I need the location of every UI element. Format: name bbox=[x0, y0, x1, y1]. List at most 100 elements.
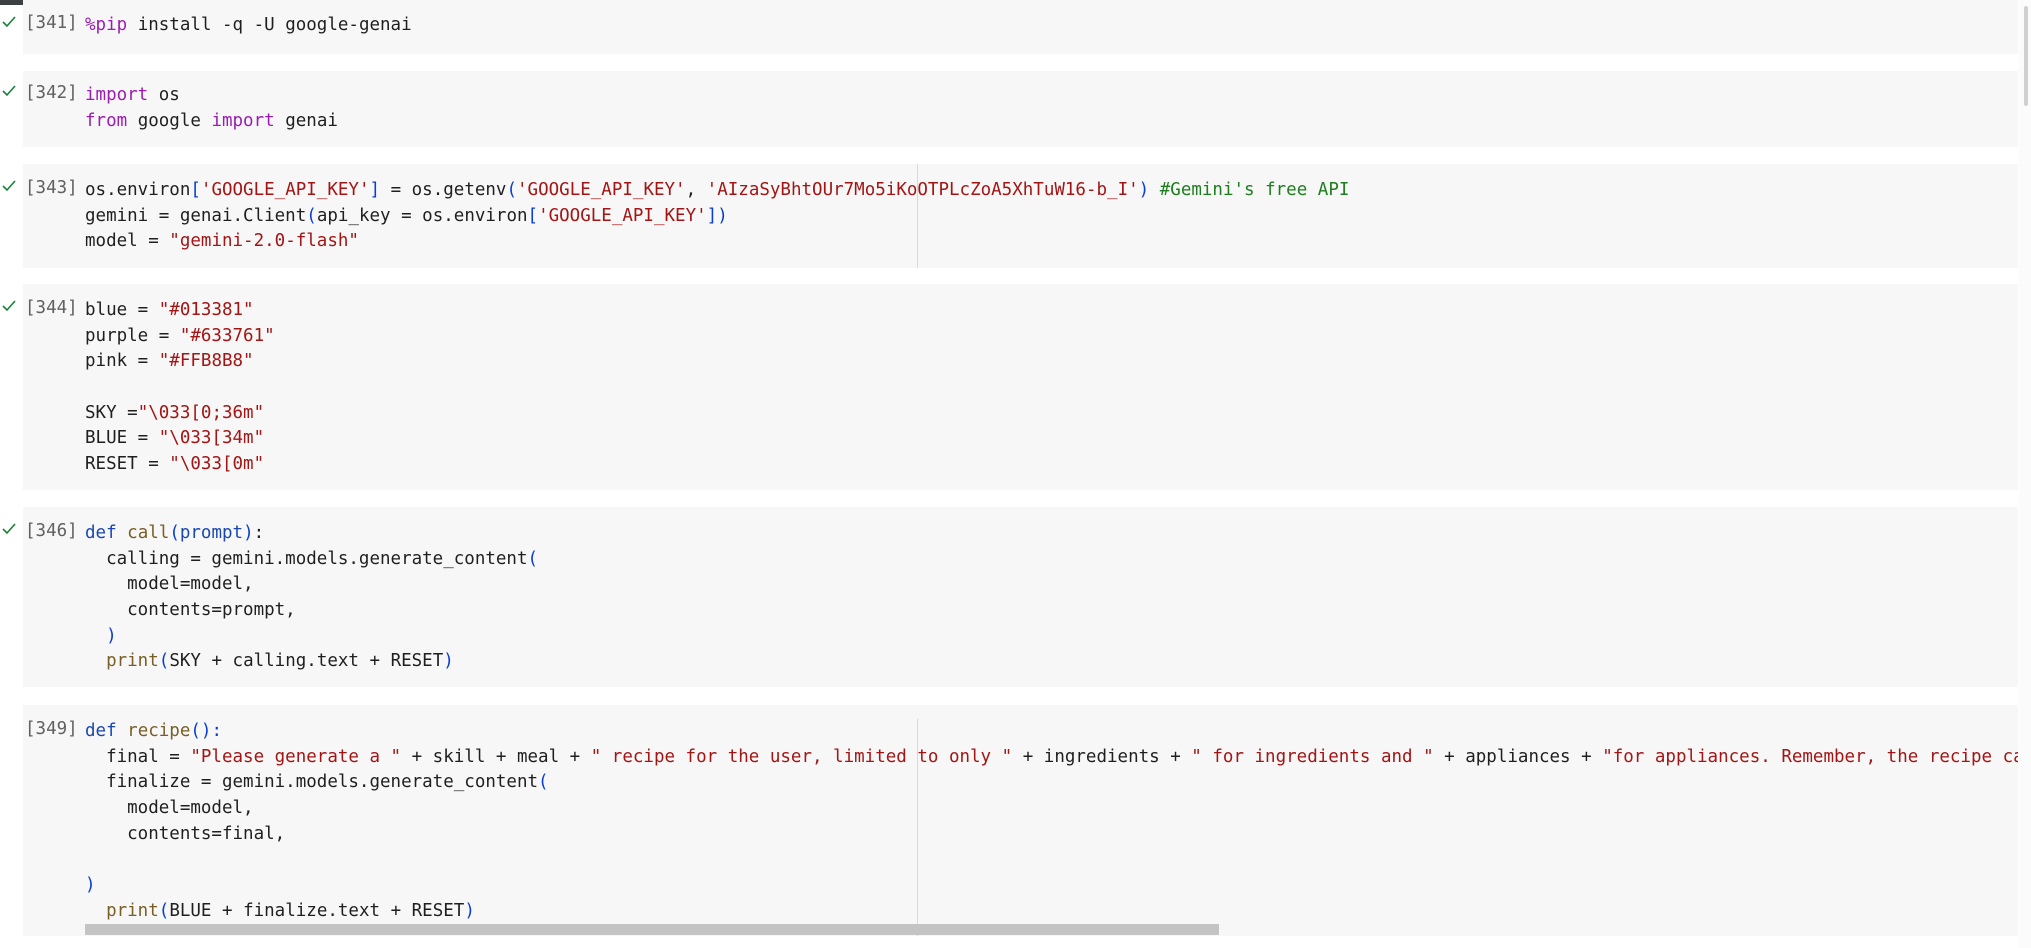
code-line: final = "Please generate a " + skill + m… bbox=[85, 745, 2018, 771]
code-token: : bbox=[253, 523, 265, 543]
code-token: gemini = genai.Client bbox=[85, 205, 307, 226]
executed-check-icon bbox=[2, 523, 16, 535]
code-token: #Gemini's free API bbox=[1159, 180, 1350, 200]
code-line: model=model, bbox=[85, 572, 2018, 598]
code-token: = os.getenv bbox=[380, 180, 507, 200]
code-line: model=model, bbox=[85, 796, 2018, 822]
code-line: ​ bbox=[85, 375, 2018, 401]
code-token: purple = bbox=[85, 325, 180, 346]
code-cell[interactable]: [343] os.environ['GOOGLE_API_KEY'] = os.… bbox=[23, 164, 2018, 268]
code-line: def call(prompt): bbox=[85, 521, 2018, 547]
code-token: " for ingredients and " bbox=[1191, 746, 1434, 767]
code-cell[interactable]: [341] %pip install -q -U google-genai bbox=[23, 0, 2018, 54]
code-token: model = bbox=[85, 231, 170, 252]
code-line: print(SKY + calling.text + RESET) bbox=[85, 649, 2018, 675]
code-token: genai bbox=[274, 110, 338, 131]
code-line: %pip install -q -U google-genai bbox=[85, 13, 2018, 39]
code-editor[interactable]: blue = "#013381" purple = "#633761" pink =… bbox=[85, 298, 2018, 478]
code-token: " recipe for the user, limited to only " bbox=[590, 746, 1013, 767]
code-line: contents=final, bbox=[85, 822, 2018, 848]
code-token: contents=final, bbox=[85, 823, 286, 844]
vertical-scrollbar[interactable] bbox=[2019, 0, 2031, 948]
code-token: ) bbox=[1138, 180, 1150, 200]
code-token: SKY = bbox=[85, 402, 138, 423]
code-editor[interactable]: os.environ[ 'GOOGLE_API_KEY'] = os.getenv… bbox=[85, 178, 2018, 255]
code-token: ( bbox=[158, 651, 170, 672]
code-token: 'GOOGLE_API_KEY' bbox=[517, 180, 686, 200]
code-cell[interactable]: [342] import os from google import genai bbox=[23, 71, 2018, 147]
code-token: model=model, bbox=[85, 798, 254, 819]
code-token: ( bbox=[169, 523, 180, 543]
executed-check-icon bbox=[2, 85, 16, 97]
code-token: %pip bbox=[85, 15, 128, 35]
execution-count: [342] bbox=[25, 83, 78, 103]
executed-check-icon bbox=[2, 180, 16, 192]
code-token: ] bbox=[369, 180, 381, 200]
code-line: from google import genai bbox=[85, 109, 2018, 135]
code-token: "\033[0m" bbox=[169, 454, 265, 475]
code-token: final = bbox=[85, 746, 191, 767]
code-token: 'AIzaSyBhtOUr7Mo5iKoOTPLcZoA5XhTuW16-b_I… bbox=[706, 180, 1139, 200]
code-line: ​ bbox=[85, 847, 2018, 873]
code-editor[interactable]: %pip install -q -U google-genai bbox=[85, 13, 2018, 39]
code-line: RESET = "\033[0m" bbox=[85, 452, 2018, 478]
execution-count: [349] bbox=[25, 719, 78, 739]
code-token: install -q -U google-genai bbox=[127, 15, 412, 35]
code-token: ) bbox=[464, 900, 475, 921]
code-token: (): bbox=[190, 721, 222, 741]
code-line: SKY ="\033[0;36m" bbox=[85, 401, 2018, 427]
code-token: SKY + calling.text + RESET bbox=[169, 651, 444, 672]
code-token: "for appliances. Remember, the recipe ca… bbox=[1602, 746, 2018, 767]
code-line: BLUE = "\033[34m" bbox=[85, 426, 2018, 452]
editor-ruler bbox=[917, 719, 918, 936]
code-line: ) bbox=[85, 873, 2018, 899]
code-token: print bbox=[106, 900, 159, 921]
code-cell[interactable]: [344] blue = "#013381" purple = "#633761"… bbox=[23, 284, 2018, 490]
code-token: print bbox=[106, 651, 159, 672]
code-token: os bbox=[148, 85, 180, 105]
code-token: blue = bbox=[85, 300, 159, 320]
code-line: contents=prompt, bbox=[85, 598, 2018, 624]
code-line: blue = "#013381" bbox=[85, 298, 2018, 324]
code-line: gemini = genai.Client(api_key = os.envir… bbox=[85, 204, 2018, 230]
code-token: + appliances + bbox=[1433, 746, 1603, 767]
code-token: call bbox=[127, 523, 170, 543]
code-token: import bbox=[211, 110, 275, 131]
code-token: prompt bbox=[179, 523, 244, 543]
execution-count: [344] bbox=[25, 298, 78, 318]
execution-count: [341] bbox=[25, 13, 78, 33]
code-token: + skill + meal + bbox=[401, 746, 591, 767]
code-cell[interactable]: [349] def recipe(): final = "Please gene… bbox=[23, 705, 2018, 936]
editor-ruler bbox=[917, 164, 918, 268]
execution-count: [346] bbox=[25, 521, 78, 541]
code-token: + ingredients + bbox=[1012, 746, 1192, 767]
code-token: finalize = gemini.models.generate_conten… bbox=[85, 772, 539, 793]
code-token: ( bbox=[538, 772, 549, 793]
code-token: def bbox=[85, 721, 117, 741]
code-token: ]) bbox=[706, 205, 728, 226]
code-token: api_key = os.environ bbox=[316, 205, 528, 226]
code-line: import os bbox=[85, 83, 2018, 109]
code-token: import bbox=[85, 85, 149, 105]
code-token: os.environ bbox=[85, 180, 191, 200]
code-token: pink = bbox=[85, 351, 159, 372]
code-editor[interactable]: def call(prompt): calling = gemini.model… bbox=[85, 521, 2018, 675]
code-token: RESET = bbox=[85, 454, 170, 475]
vertical-scrollbar-thumb[interactable] bbox=[2024, 6, 2028, 106]
horizontal-scrollbar-thumb[interactable] bbox=[85, 924, 1219, 935]
executed-check-icon bbox=[2, 300, 16, 312]
code-editor[interactable]: def recipe(): final = "Please generate a… bbox=[85, 719, 2018, 925]
code-token: BLUE + finalize.text + RESET bbox=[169, 900, 465, 921]
code-line: finalize = gemini.models.generate_conten… bbox=[85, 770, 2018, 796]
code-token: "#633761" bbox=[179, 325, 275, 346]
code-cell[interactable]: [346] def call(prompt): calling = gemini… bbox=[23, 507, 2018, 687]
code-token: from bbox=[85, 110, 128, 131]
code-token: 'GOOGLE_API_KEY' bbox=[538, 205, 707, 226]
code-token: [ bbox=[190, 180, 201, 200]
code-editor[interactable]: import os from google import genai bbox=[85, 83, 2018, 134]
executed-check-icon bbox=[2, 16, 16, 28]
